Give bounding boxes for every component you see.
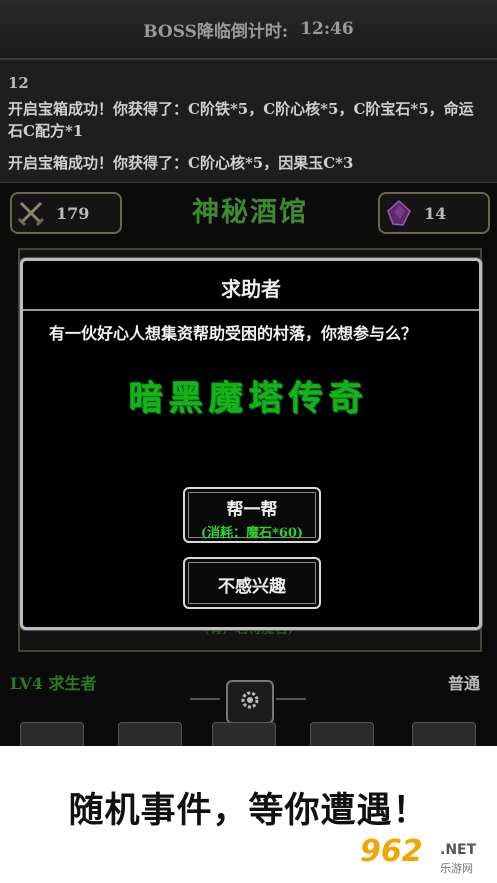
player-level: LV4 求生者 (10, 674, 97, 693)
crystal-resource-value: 14 (424, 203, 447, 223)
decline-button-label: 不感兴趣 (218, 577, 286, 597)
difficulty-mode: 普通 (448, 674, 481, 693)
decline-button[interactable]: 不感兴趣 (183, 557, 321, 609)
site-logo-net: .NET (440, 842, 477, 858)
gear-icon (238, 688, 262, 716)
dialog-message: 有一伙好心人想集资帮助受困的村落，你想参与么？ (49, 324, 418, 343)
game-title-watermark: 暗黑魔塔传奇 (129, 379, 369, 419)
boss-countdown-bar: BOSS降临倒计时: 12:46 (0, 0, 497, 60)
promo-banner: 随机事件，等你遭遇！ 962 .NET 乐游网 (0, 746, 497, 883)
dialog-title: 求助者 (221, 277, 281, 301)
boss-countdown-label: BOSS降临倒计时: (143, 21, 289, 42)
divider (276, 698, 306, 700)
settings-button[interactable] (226, 680, 274, 724)
swords-resource: 179 (10, 192, 122, 234)
purple-crystal-icon (384, 198, 414, 228)
event-dialog: 求助者 有一伙好心人想集资帮助受困的村落，你想参与么？ 暗黑魔塔传奇 帮一帮 (… (20, 258, 482, 630)
site-logo-name: 乐游网 (440, 862, 473, 875)
log-line: 开启宝箱成功！你获得了：C阶铁*5，C阶心核*5，C阶宝石*5，命运石C配方*1 (8, 100, 474, 140)
log-line: 开启宝箱成功！你获得了：C阶心核*5，因果玉C*3 (8, 154, 354, 172)
crossed-swords-icon (16, 198, 46, 228)
log-count: 12 (8, 74, 29, 92)
site-logo: 962 .NET 乐游网 (360, 834, 490, 878)
event-log: 12 开启宝箱成功！你获得了：C阶铁*5，C阶心核*5，C阶宝石*5，命运石C配… (0, 60, 497, 183)
help-button-label: 帮一帮 (226, 500, 278, 520)
help-button[interactable]: 帮一帮 (消耗：魔石*60) (183, 487, 321, 543)
help-button-cost: (消耗：魔石*60) (200, 526, 304, 541)
crystal-resource: 14 (378, 192, 490, 234)
tavern-title: 神秘酒馆 (192, 197, 308, 228)
site-logo-number: 962 (360, 834, 423, 869)
boss-countdown-time: 12:46 (300, 19, 354, 39)
swords-resource-value: 179 (56, 203, 90, 223)
promo-text: 随机事件，等你遭遇！ (68, 791, 429, 831)
divider (190, 698, 220, 700)
dialog-divider (23, 309, 479, 311)
